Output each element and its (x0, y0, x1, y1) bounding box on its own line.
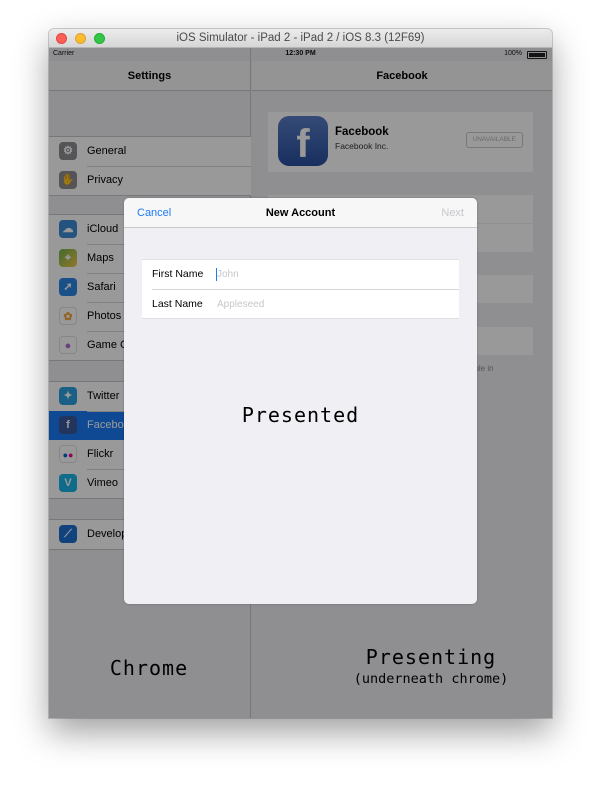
presenting-subtitle-annotation: (underneath chrome) (353, 671, 509, 687)
first-name-field[interactable] (217, 265, 447, 284)
last-name-label: Last Name (152, 298, 203, 310)
first-name-row: First Name (142, 260, 459, 289)
modal-title: New Account (265, 207, 336, 219)
ipad-screen: Settings ⚙ General ✋ Privacy ☁ iCloud ⌖ … (49, 48, 552, 718)
last-name-field[interactable] (217, 295, 447, 314)
cancel-button[interactable]: Cancel (137, 207, 171, 219)
last-name-row: Last Name (152, 289, 459, 318)
presented-annotation: Presented (241, 403, 360, 427)
window-title: iOS Simulator - iPad 2 - iPad 2 / iOS 8.… (176, 32, 425, 44)
simulator-window: iOS Simulator - iPad 2 - iPad 2 / iOS 8.… (49, 29, 552, 718)
chrome-annotation: Chrome (109, 656, 189, 680)
new-account-modal: Cancel New Account Next First Name Last … (124, 198, 477, 604)
presenting-annotation: Presenting (365, 645, 497, 669)
first-name-label: First Name (152, 268, 204, 280)
modal-navbar: Cancel New Account Next (124, 198, 477, 228)
account-form: First Name Last Name (142, 259, 459, 319)
next-button[interactable]: Next (441, 207, 464, 219)
window-titlebar: iOS Simulator - iPad 2 - iPad 2 / iOS 8.… (49, 29, 552, 48)
